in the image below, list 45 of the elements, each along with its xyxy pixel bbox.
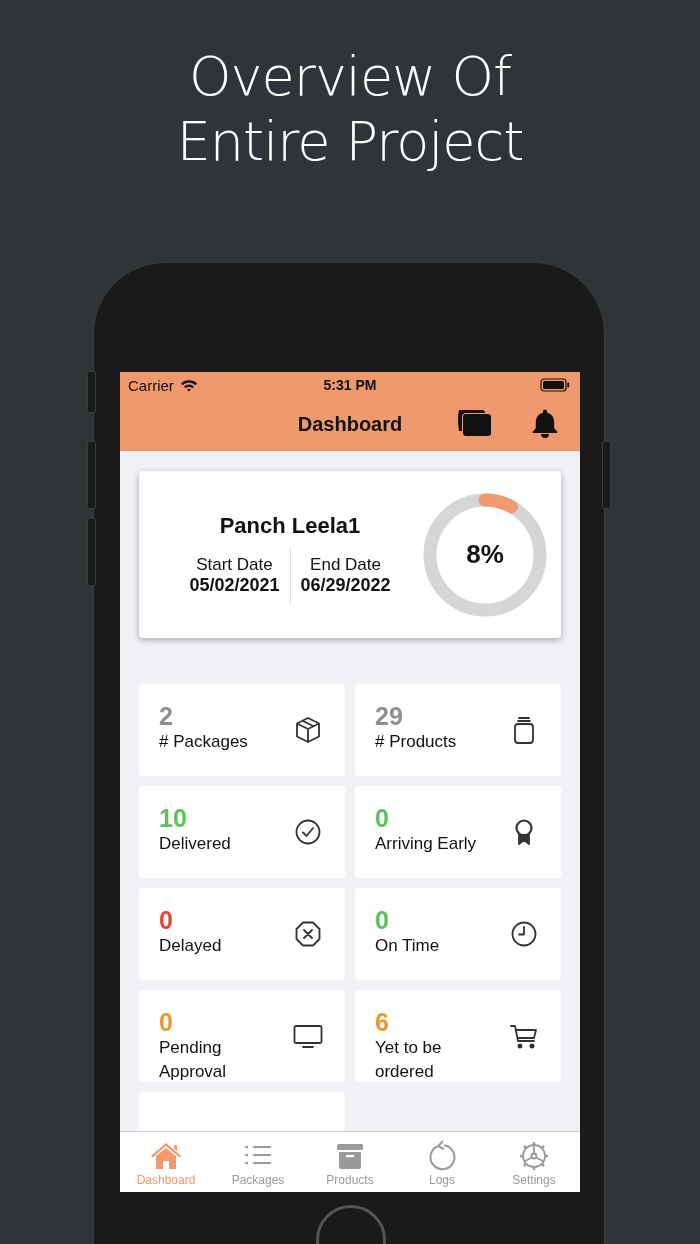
stat-value: 2 xyxy=(159,702,174,730)
project-name: Panch Leela1 xyxy=(219,513,361,539)
settings-icon xyxy=(517,1140,551,1172)
date-value: 06/29/2022 xyxy=(300,575,391,596)
stat-label: Pending Approval xyxy=(159,1037,228,1083)
clock-time: 5:31 PM xyxy=(323,377,377,393)
stat-card[interactable]: 2 # Packages xyxy=(139,684,345,776)
stat-label: Delayed xyxy=(159,935,222,957)
stat-value: 0 xyxy=(375,906,390,934)
bell-icon[interactable] xyxy=(531,408,559,438)
box-icon xyxy=(293,715,323,745)
clock-icon xyxy=(509,919,539,949)
battery-icon xyxy=(540,378,570,392)
page-title: Dashboard xyxy=(297,413,403,436)
date-label: Start Date xyxy=(196,555,273,575)
stat-value: 29 xyxy=(375,702,404,730)
headline-text: Overview Of xyxy=(189,44,511,109)
stat-label: # Packages xyxy=(159,731,248,753)
cards-icon[interactable] xyxy=(456,407,492,437)
stat-label: Arriving Early xyxy=(375,833,477,855)
stat-label: On Time xyxy=(375,935,440,957)
progress-percent: 8% xyxy=(466,539,504,570)
stat-value: 10 xyxy=(159,804,188,832)
house-icon xyxy=(149,1140,183,1172)
headline-text: Entire Project xyxy=(176,109,524,174)
stat-card[interactable]: 0 Arriving Early xyxy=(355,786,561,878)
stat-label: Delivered xyxy=(159,833,231,855)
stat-card[interactable]: 10 Delivered xyxy=(139,786,345,878)
carrier-text: Carrier xyxy=(128,376,174,394)
stat-label: Yet to be ordered xyxy=(375,1037,443,1083)
stat-value: 0 xyxy=(375,804,390,832)
stat-value: 0 xyxy=(159,1008,174,1036)
stat-card[interactable]: 0 Pending Approval xyxy=(139,990,345,1082)
stat-label: # Products xyxy=(375,731,457,753)
stat-card[interactable]: 6 Yet to be ordered xyxy=(355,990,561,1082)
stat-card[interactable]: 29 # Products xyxy=(355,684,561,776)
stat-card[interactable]: 0 Delayed xyxy=(139,888,345,980)
date-label: End Date xyxy=(310,555,381,575)
check-circle-icon xyxy=(293,817,323,847)
stat-value: 6 xyxy=(375,1008,390,1036)
date-value: 05/02/2021 xyxy=(189,575,280,596)
stat-value: 0 xyxy=(159,906,174,934)
stat-card[interactable]: 0 On Time xyxy=(355,888,561,980)
wifi-icon xyxy=(179,378,198,392)
x-octagon-icon xyxy=(293,919,323,949)
